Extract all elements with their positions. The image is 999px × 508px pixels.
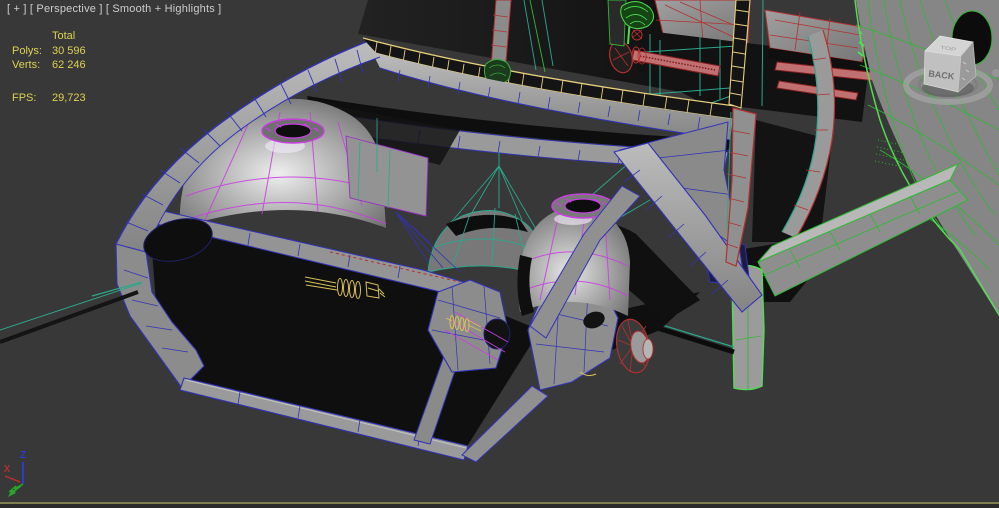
stats-fps-value: 29,723 bbox=[52, 92, 86, 104]
pulley-hub-face bbox=[642, 338, 654, 360]
3d-viewport[interactable]: BACK TOP Z X [ + ] [ Perspective ] [ Smo… bbox=[0, 0, 999, 508]
middle-post-hole bbox=[483, 318, 511, 350]
axis-z-label: Z bbox=[20, 450, 26, 461]
viewport-border-gap bbox=[0, 504, 999, 508]
axis-x-label: X bbox=[4, 464, 11, 475]
viewport-border bbox=[0, 502, 999, 504]
statistics-overlay: Total Polys: 30 596 Verts: 62 246 FPS: 2… bbox=[0, 0, 200, 120]
stats-fps-label: FPS: bbox=[12, 92, 37, 104]
stats-verts-value: 62 246 bbox=[52, 59, 86, 71]
stats-total-header: Total bbox=[52, 30, 76, 42]
stats-verts-label: Verts: bbox=[12, 59, 41, 71]
stats-polys-label: Polys: bbox=[12, 45, 42, 57]
stats-polys-value: 30 596 bbox=[52, 45, 86, 57]
